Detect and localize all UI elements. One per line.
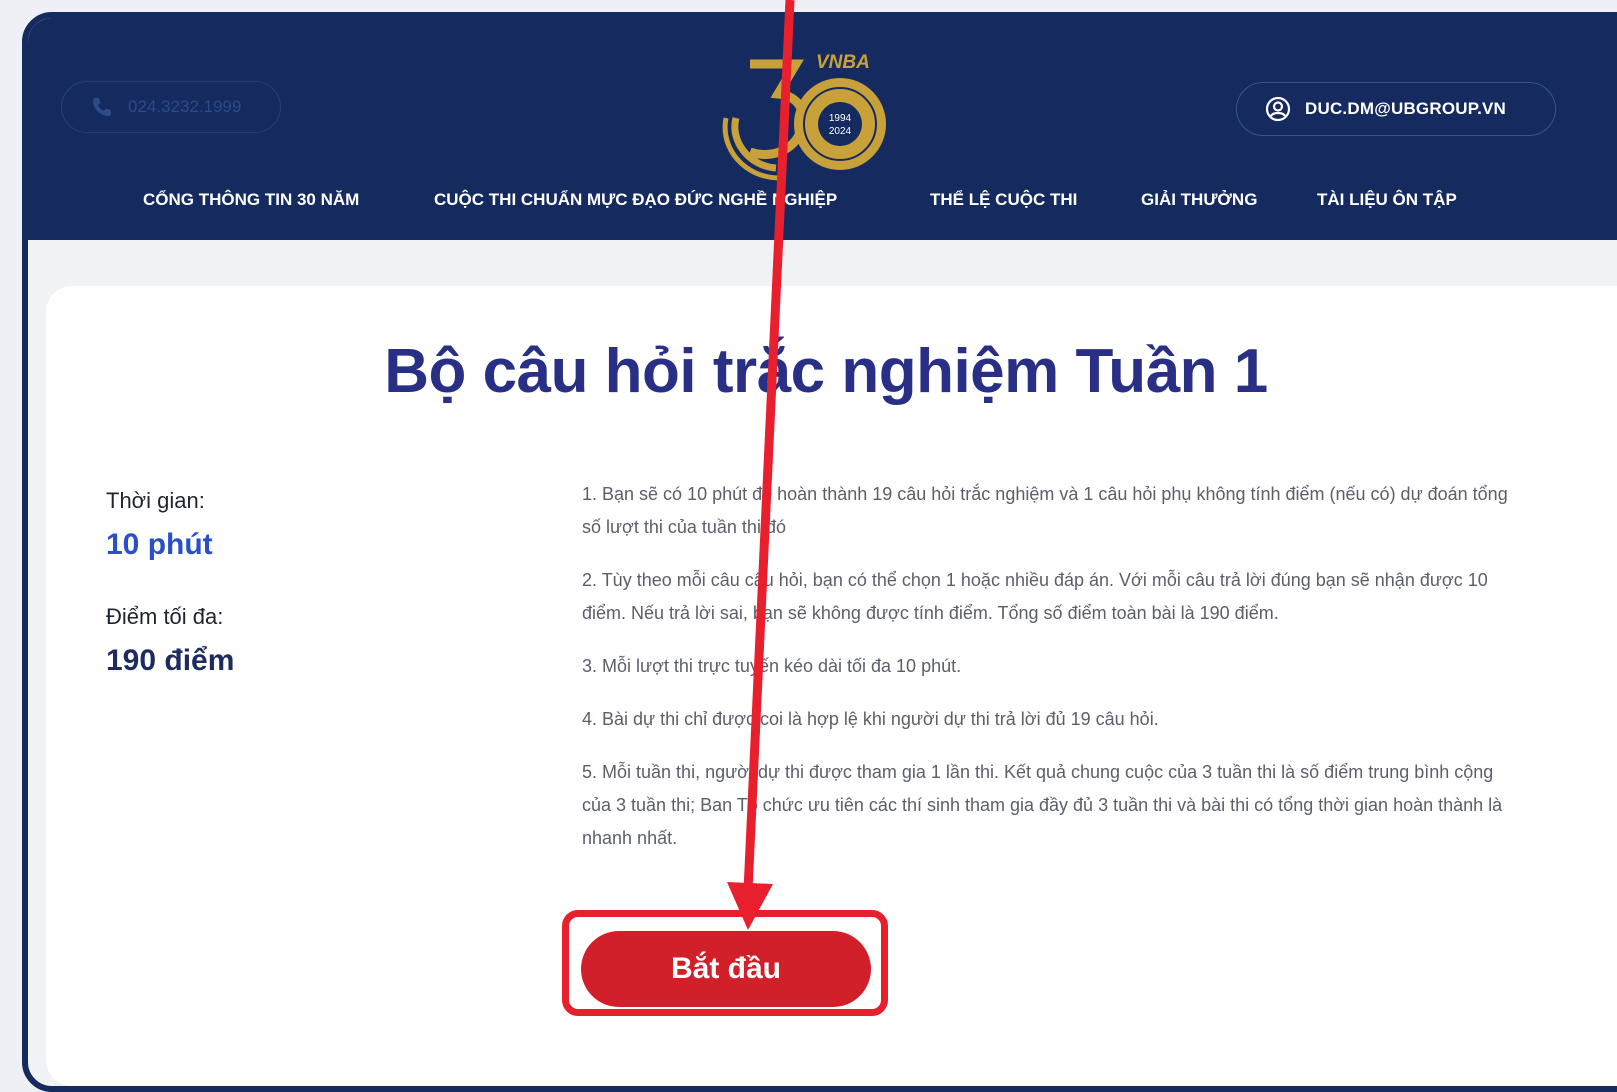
page-title: Bộ câu hỏi trắc nghiệm Tuần 1 — [384, 337, 1268, 406]
user-account-button[interactable]: DUC.DM@UBGROUP.VN — [1236, 82, 1556, 136]
site-header: 024.3232.1999 1994 2024 VNBA DUC.DM@UBGR… — [28, 18, 1617, 240]
nav-item-ethics-contest[interactable]: CUỘC THI CHUẨN MỰC ĐẠO ĐỨC NGHỀ NGHIỆP — [434, 190, 837, 210]
logo-text: VNBA — [816, 52, 870, 73]
max-score-label: Điểm tối đa: — [106, 604, 224, 629]
time-label: Thời gian: — [106, 488, 205, 513]
logo-year-start: 1994 — [829, 113, 852, 124]
rule-item: 5. Mỗi tuần thi, người dự thi được tham … — [582, 762, 1503, 848]
user-email: DUC.DM@UBGROUP.VN — [1305, 99, 1507, 118]
start-button[interactable]: Bắt đầu — [581, 931, 871, 1007]
phone-number: 024.3232.1999 — [128, 97, 242, 116]
user-circle-icon — [1265, 96, 1291, 122]
time-value: 10 phút — [106, 528, 213, 561]
quiz-intro-card: Bộ câu hỏi trắc nghiệm Tuần 1 Thời gian:… — [46, 286, 1617, 1086]
app-window: 024.3232.1999 1994 2024 VNBA DUC.DM@UBGR… — [22, 12, 1617, 1092]
nav-item-prizes[interactable]: GIẢI THƯỞNG — [1141, 190, 1257, 210]
phone-icon — [90, 95, 114, 119]
phone-contact[interactable]: 024.3232.1999 — [61, 81, 281, 133]
rules-list: 1. Bạn sẽ có 10 phút để hoàn thành 19 câ… — [582, 478, 1512, 875]
rule-item: 1. Bạn sẽ có 10 phút để hoàn thành 19 câ… — [582, 484, 1508, 537]
rule-item: 3. Mỗi lượt thi trực tuyến kéo dài tối đ… — [582, 656, 962, 676]
nav-item-contest-rules[interactable]: THỂ LỆ CUỘC THI — [930, 190, 1077, 210]
logo-year-end: 2024 — [829, 126, 852, 137]
max-score-value: 190 điểm — [106, 644, 235, 677]
rule-item: 4. Bài dự thi chỉ được coi là hợp lệ khi… — [582, 709, 1159, 729]
main-nav: CỔNG THÔNG TIN 30 NĂM CUỘC THI CHUẨN MỰC… — [28, 190, 1617, 220]
vnba-30-years-logo[interactable]: 1994 2024 VNBA — [718, 44, 898, 184]
nav-item-study-materials[interactable]: TÀI LIỆU ÔN TẬP — [1317, 190, 1457, 210]
rule-item: 2. Tùy theo mỗi câu câu hỏi, bạn có thể … — [582, 570, 1488, 623]
nav-item-30-years-portal[interactable]: CỔNG THÔNG TIN 30 NĂM — [143, 190, 359, 210]
